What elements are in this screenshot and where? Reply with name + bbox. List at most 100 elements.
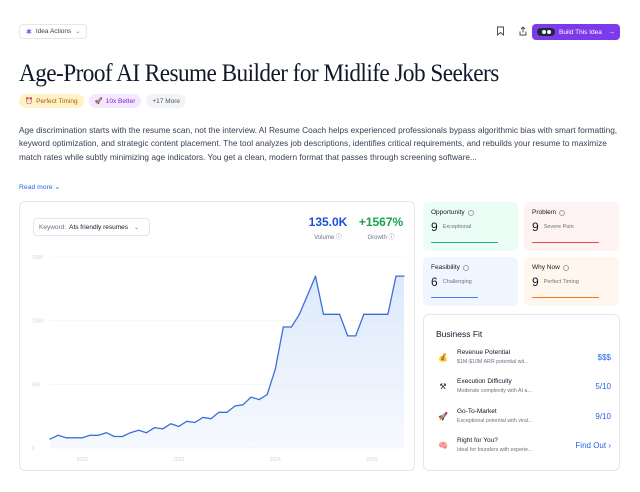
item-name: Revenue Potential bbox=[457, 349, 511, 356]
data-point bbox=[282, 326, 284, 328]
item-name: Go-To-Market bbox=[457, 408, 497, 415]
feasibility-score: 6 bbox=[431, 275, 438, 289]
x-tick-label: 2025 bbox=[366, 457, 377, 463]
item-value: 5/10 bbox=[595, 382, 611, 391]
share-icon[interactable] bbox=[517, 25, 529, 37]
feasibility-card[interactable]: Feasibility 6 Challenging bbox=[423, 257, 518, 306]
data-point bbox=[266, 393, 268, 396]
data-point bbox=[97, 434, 99, 436]
why-now-label: Why Now bbox=[532, 264, 560, 271]
item-name: Right for You? bbox=[457, 437, 498, 444]
rocket-icon: 🚀 bbox=[438, 412, 448, 421]
data-point bbox=[65, 437, 67, 439]
idea-description: Age discrimination starts with the resum… bbox=[19, 125, 618, 162]
data-point bbox=[49, 438, 51, 440]
business-fit-item-gtm[interactable]: 🚀 Go-To-Market Exceptional potential wit… bbox=[436, 408, 611, 432]
why-now-bar bbox=[532, 296, 599, 298]
tag-10x-better[interactable]: 🚀 10x Better bbox=[88, 94, 142, 108]
problem-sub: Severe Pain bbox=[543, 224, 574, 230]
tag-more[interactable]: +17 More bbox=[146, 94, 187, 108]
item-sub: Moderate complexity with AI a... bbox=[457, 388, 532, 394]
data-point bbox=[81, 437, 83, 439]
data-point bbox=[242, 404, 244, 406]
page-title: Age-Proof AI Resume Builder for Midlife … bbox=[19, 60, 499, 87]
data-point bbox=[298, 313, 301, 315]
x-tick-label: 2024 bbox=[270, 457, 281, 463]
data-point bbox=[403, 275, 405, 277]
sparkle-icon: ✱ bbox=[26, 28, 32, 36]
item-sub: Ideal for founders with experie... bbox=[457, 447, 533, 453]
y-tick-label: 100K bbox=[32, 319, 44, 325]
tools-icon: ⚒ bbox=[439, 382, 447, 391]
business-fit-item-revenue[interactable]: 💰 Revenue Potential $1M-$10M ARR potenti… bbox=[436, 349, 611, 373]
tag-label: 10x Better bbox=[105, 97, 136, 105]
data-point bbox=[57, 434, 59, 436]
problem-card[interactable]: Problem 9 Severe Pain bbox=[524, 202, 619, 251]
data-point bbox=[250, 396, 252, 398]
data-point bbox=[306, 294, 309, 296]
item-name: Execution Difficulty bbox=[457, 378, 512, 385]
business-fit-item-right-for-you[interactable]: 🧠 Right for You? Ideal for founders with… bbox=[436, 437, 611, 461]
data-point bbox=[226, 411, 228, 413]
data-point bbox=[178, 425, 180, 427]
data-point bbox=[162, 428, 164, 430]
business-fit-title: Business Fit bbox=[436, 329, 483, 339]
bookmark-icon[interactable] bbox=[494, 25, 506, 37]
data-point bbox=[137, 429, 140, 431]
feasibility-sub: Challenging bbox=[442, 279, 472, 285]
opportunity-label: Opportunity bbox=[431, 209, 465, 216]
build-this-idea-button[interactable]: Build This Idea → bbox=[532, 24, 620, 40]
why-now-score: 9 bbox=[532, 275, 539, 289]
idea-actions-label: Idea Actions bbox=[35, 28, 72, 35]
info-icon[interactable] bbox=[462, 264, 469, 271]
read-more-label: Read more bbox=[19, 184, 53, 191]
read-more-link[interactable]: Read more ⌄ bbox=[19, 183, 60, 191]
data-point bbox=[347, 335, 349, 337]
data-point bbox=[153, 427, 156, 429]
data-point bbox=[314, 275, 317, 277]
data-point bbox=[355, 335, 357, 337]
data-point bbox=[387, 313, 389, 315]
data-point bbox=[73, 437, 75, 439]
data-point bbox=[330, 313, 333, 315]
why-now-sub: Perfect Timing bbox=[543, 279, 579, 285]
opportunity-sub: Exceptional bbox=[442, 224, 472, 230]
feasibility-label: Feasibility bbox=[431, 264, 460, 271]
item-value: 9/10 bbox=[595, 412, 611, 421]
business-fit-item-execution[interactable]: ⚒ Execution Difficulty Moderate complexi… bbox=[436, 378, 611, 402]
find-out-link[interactable]: Find Out › bbox=[575, 441, 611, 450]
item-sub: $1M-$10M ARR potential wit... bbox=[457, 359, 529, 365]
opportunity-score: 9 bbox=[431, 220, 438, 234]
data-point bbox=[121, 435, 124, 438]
why-now-card[interactable]: Why Now 9 Perfect Timing bbox=[524, 257, 619, 306]
tag-perfect-timing[interactable]: ⏰ Perfect Timing bbox=[19, 94, 84, 108]
info-icon[interactable] bbox=[562, 264, 569, 271]
feasibility-bar bbox=[431, 296, 478, 298]
y-tick-label: 150K bbox=[32, 255, 44, 261]
data-point bbox=[202, 416, 204, 419]
data-point bbox=[234, 405, 236, 407]
item-value: $$$ bbox=[597, 353, 611, 362]
tag-label: +17 More bbox=[152, 97, 181, 105]
problem-label: Problem bbox=[532, 209, 557, 216]
tag-list: ⏰ Perfect Timing 🚀 10x Better +17 More bbox=[19, 94, 187, 108]
eyes-icon bbox=[537, 28, 555, 36]
chevron-down-icon: ⌄ bbox=[75, 29, 81, 35]
opportunity-card[interactable]: Opportunity 9 Exceptional bbox=[423, 202, 518, 251]
info-icon[interactable] bbox=[467, 209, 474, 216]
tag-label: Perfect Timing bbox=[36, 97, 78, 105]
data-point bbox=[105, 432, 107, 434]
x-tick-label: 2023 bbox=[173, 457, 184, 463]
business-fit-card: Business Fit 💰 Revenue Potential $1M-$10… bbox=[423, 314, 620, 471]
info-icon[interactable] bbox=[559, 209, 566, 216]
data-point bbox=[339, 313, 341, 315]
idea-actions-dropdown[interactable]: ✱ Idea Actions ⌄ bbox=[19, 24, 88, 39]
problem-bar bbox=[532, 241, 599, 243]
alarm-clock-icon: ⏰ bbox=[25, 98, 34, 105]
y-tick-label: 50K bbox=[32, 382, 42, 388]
y-tick-label: 0 bbox=[32, 446, 35, 452]
data-point bbox=[371, 313, 373, 315]
data-point bbox=[379, 313, 381, 315]
series-area bbox=[50, 276, 404, 448]
data-point bbox=[129, 432, 132, 434]
